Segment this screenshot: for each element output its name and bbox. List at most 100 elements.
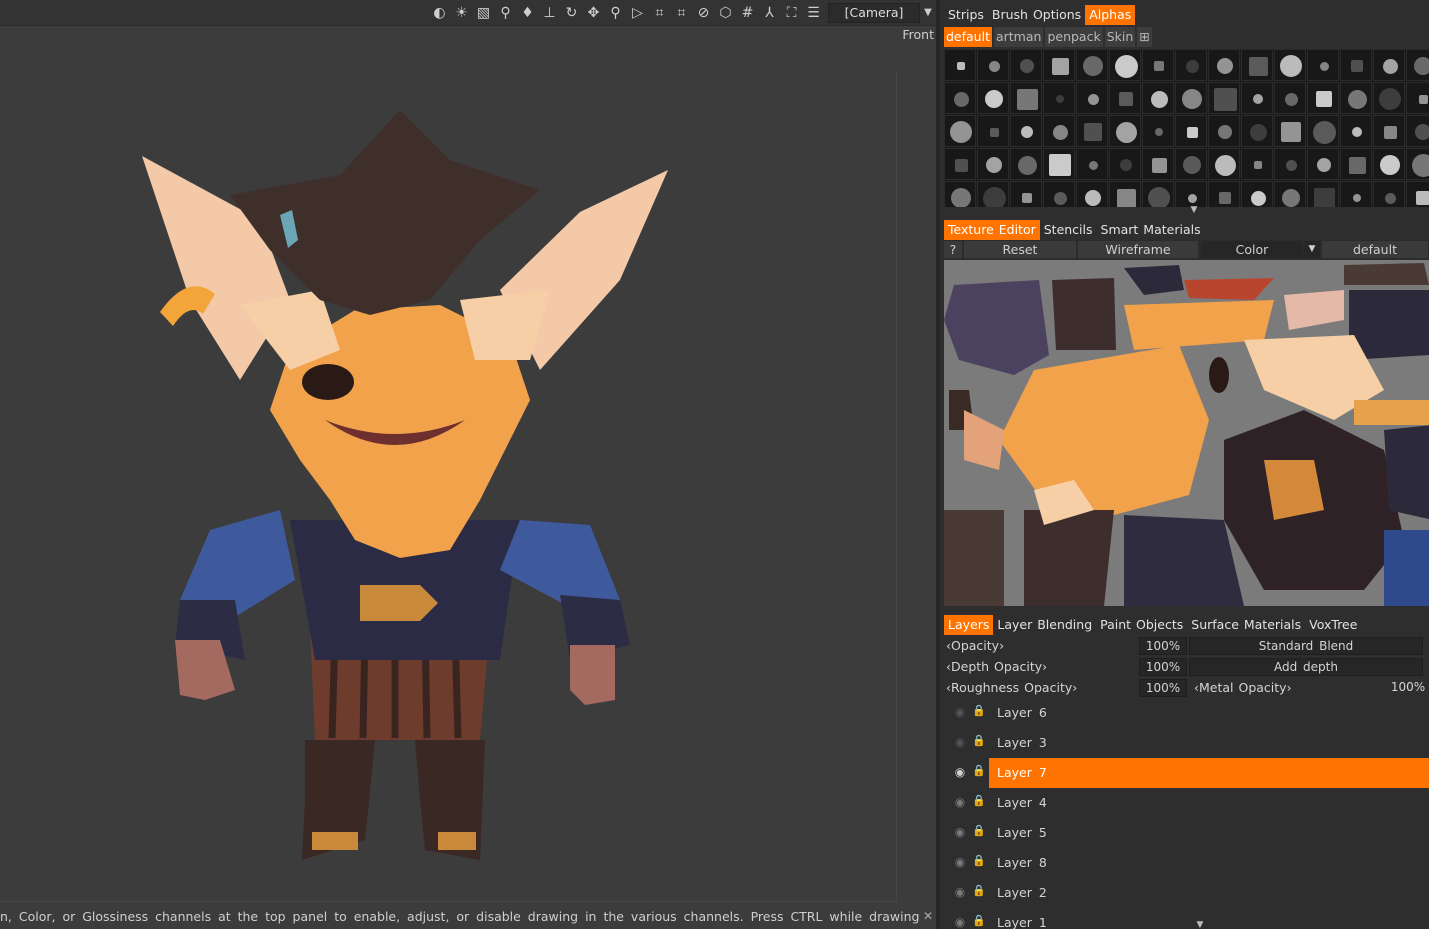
eye-icon[interactable]: ◉	[952, 735, 968, 749]
alpha-thumbnail[interactable]	[1076, 115, 1108, 147]
alpha-thumbnail[interactable]	[977, 115, 1009, 147]
alpha-thumbnail[interactable]	[1406, 49, 1429, 81]
alpha-thumbnail[interactable]	[1406, 115, 1429, 147]
tab-alphas[interactable]: Alphas	[1085, 5, 1136, 25]
alpha-thumbnail[interactable]	[1241, 148, 1273, 180]
layer-row[interactable]: ◉ 🔒 Layer 7	[944, 758, 1429, 788]
depth-opacity-field[interactable]: 100%	[1139, 658, 1187, 676]
alpha-thumbnail[interactable]	[1043, 148, 1075, 180]
alpha-thumbnail[interactable]	[1274, 181, 1306, 207]
play-icon[interactable]: ▷	[628, 4, 647, 22]
alpha-thumbnail[interactable]	[977, 82, 1009, 114]
alpha-thumbnail[interactable]	[1175, 148, 1207, 180]
alpha-thumbnail[interactable]	[1307, 148, 1339, 180]
alpha-thumbnail[interactable]	[1142, 49, 1174, 81]
lock-icon[interactable]: 🔒	[972, 734, 986, 748]
dropper-icon[interactable]: ⚲	[496, 4, 515, 22]
alpha-thumbnail[interactable]	[1208, 148, 1240, 180]
alpha-thumbnail[interactable]	[1076, 82, 1108, 114]
material-select[interactable]: default	[1322, 241, 1428, 258]
camera-select[interactable]: [Camera]	[828, 3, 920, 23]
contrast-icon[interactable]: ◐	[430, 4, 449, 22]
move-icon[interactable]: ✥	[584, 4, 603, 22]
lock-icon[interactable]: 🔒	[972, 914, 986, 928]
eye-icon[interactable]: ◉	[952, 885, 968, 899]
eye-icon[interactable]: ◉	[952, 705, 968, 719]
alpha-thumbnail[interactable]	[1109, 82, 1141, 114]
alpha-thumbnail[interactable]	[977, 49, 1009, 81]
alpha-thumbnail[interactable]	[977, 181, 1009, 207]
alpha-thumbnail[interactable]	[1142, 148, 1174, 180]
alpha-thumbnail[interactable]	[1274, 82, 1306, 114]
reset-button[interactable]: Reset	[964, 241, 1076, 258]
alpha-thumbnail[interactable]	[1010, 82, 1042, 114]
alpha-thumbnail[interactable]	[1340, 49, 1372, 81]
alpha-thumbnail[interactable]	[944, 49, 976, 81]
alpha-thumbnail[interactable]	[1307, 49, 1339, 81]
help-button[interactable]: ?	[944, 241, 962, 258]
alpha-thumbnail[interactable]	[1175, 49, 1207, 81]
lock-icon[interactable]: 🔒	[972, 824, 986, 838]
channel-select[interactable]: Color	[1202, 241, 1302, 258]
chevron-down-icon[interactable]: ▼	[921, 4, 935, 22]
lock-icon[interactable]: 🔒	[972, 764, 986, 778]
alpha-thumbnail[interactable]	[1373, 82, 1405, 114]
tab-strips[interactable]: Strips	[944, 5, 988, 25]
tab-brush-options[interactable]: Brush Options	[988, 5, 1085, 25]
alpha-thumbnail[interactable]	[1373, 148, 1405, 180]
alpha-thumbnail[interactable]	[1340, 115, 1372, 147]
alpha-thumbnail[interactable]	[1076, 148, 1108, 180]
roughness-opacity-field[interactable]: 100%	[1139, 679, 1187, 697]
metal-opacity-field[interactable]: 100%	[1384, 679, 1429, 697]
lock-icon[interactable]: 🔒	[972, 854, 986, 868]
alpha-thumbnail[interactable]	[1208, 181, 1240, 207]
layers-view-icon[interactable]: ☰	[804, 4, 823, 22]
layer-row[interactable]: ◉ 🔒 Layer 8	[944, 848, 1429, 878]
alpha-thumbnail[interactable]	[944, 148, 976, 180]
alpha-thumbnail[interactable]	[1406, 148, 1429, 180]
alpha-thumbnail[interactable]	[1010, 115, 1042, 147]
3d-viewport[interactable]: ◐ ☀ ▧ ⚲ ♦ ⊥ ↻ ✥ ⚲ ▷ ⌗ ⌗ ⊘ ⬡ # ⅄ ⛶ ☰ [Cam…	[0, 0, 936, 929]
eye-icon[interactable]: ◉	[952, 765, 968, 779]
lock-icon[interactable]: 🔒	[972, 884, 986, 898]
alpha-thumbnail[interactable]	[1010, 181, 1042, 207]
alpha-thumbnail[interactable]	[1307, 181, 1339, 207]
layer-row[interactable]: ◉ 🔒 Layer 6	[944, 698, 1429, 728]
alpha-thumbnail[interactable]	[1142, 181, 1174, 207]
layer-row[interactable]: ◉ 🔒 Layer 2	[944, 878, 1429, 908]
alpha-thumbnail[interactable]	[1010, 49, 1042, 81]
chevron-down-icon[interactable]: ▼	[1304, 241, 1320, 258]
all-icon[interactable]: ⌗	[650, 4, 669, 22]
alpha-thumbnail[interactable]	[1175, 82, 1207, 114]
alpha-thumbnail[interactable]	[1010, 148, 1042, 180]
alpha-thumbnail[interactable]	[1274, 148, 1306, 180]
alpha-thumbnail[interactable]	[1340, 181, 1372, 207]
pen-icon[interactable]: ⌗	[672, 4, 691, 22]
alpha-thumbnail[interactable]	[1142, 82, 1174, 114]
alpha-set-skin[interactable]: Skin	[1104, 27, 1136, 47]
alpha-thumbnail[interactable]	[1076, 181, 1108, 207]
eye-icon[interactable]: ◉	[952, 795, 968, 809]
alpha-thumbnail[interactable]	[1241, 181, 1273, 207]
alpha-thumbnail[interactable]	[1340, 82, 1372, 114]
disable-icon[interactable]: ⊘	[694, 4, 713, 22]
layer-row[interactable]: ◉ 🔒 Layer 1	[944, 908, 1429, 929]
tab-stencils[interactable]: Stencils	[1040, 220, 1097, 240]
layer-row[interactable]: ◉ 🔒 Layer 3	[944, 728, 1429, 758]
alpha-thumbnail[interactable]	[1406, 181, 1429, 207]
layer-row[interactable]: ◉ 🔒 Layer 4	[944, 788, 1429, 818]
alpha-set-penpack[interactable]: penpack	[1045, 27, 1103, 47]
alpha-thumbnail[interactable]	[1208, 115, 1240, 147]
alpha-thumbnail[interactable]	[1043, 181, 1075, 207]
alpha-thumbnail[interactable]	[1340, 148, 1372, 180]
alpha-thumbnail[interactable]	[1043, 82, 1075, 114]
alpha-thumbnail[interactable]	[1142, 115, 1174, 147]
alpha-thumbnail[interactable]	[1109, 49, 1141, 81]
alpha-thumbnail[interactable]	[1274, 115, 1306, 147]
chevron-down-icon[interactable]: ▼	[1194, 921, 1206, 929]
alpha-thumbnail[interactable]	[1406, 82, 1429, 114]
alpha-thumbnail[interactable]	[1208, 49, 1240, 81]
alpha-thumbnail[interactable]	[1175, 115, 1207, 147]
alpha-thumbnail[interactable]	[1241, 115, 1273, 147]
depth-mode-select[interactable]: Add depth	[1189, 658, 1423, 676]
